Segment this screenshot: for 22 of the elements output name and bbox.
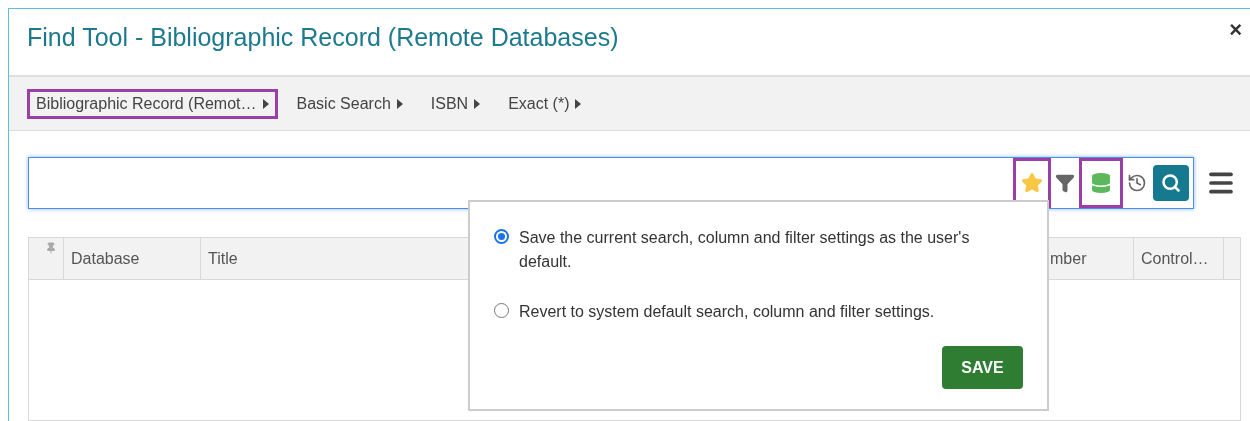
breadcrumb-item[interactable]: ISBN	[421, 88, 490, 119]
close-button[interactable]: ×	[1229, 19, 1242, 41]
option-label: Revert to system default search, column and filter settings.	[519, 302, 936, 322]
database-button[interactable]	[1079, 158, 1124, 208]
window-title: Find Tool - Bibliographic Record (Remote Databases)	[27, 22, 619, 53]
breadcrumb-item[interactable]: Bibliographic Record (Remot…	[27, 88, 278, 119]
save-button[interactable]: SAVE	[942, 346, 1023, 389]
caret-icon	[575, 98, 582, 109]
caret-icon	[396, 98, 403, 109]
column-header[interactable]: Control…	[1134, 238, 1224, 279]
filter-icon	[1055, 173, 1076, 193]
search-button[interactable]	[1153, 165, 1190, 201]
breadcrumb-item[interactable]: Exact (*)	[499, 88, 591, 119]
radio-button[interactable]	[494, 229, 509, 244]
option-label: Save the current search, column and filter settings as the user's default.	[519, 228, 971, 272]
breadcrumb-item[interactable]: Basic Search	[287, 88, 412, 119]
caret-icon	[474, 98, 481, 109]
column-header[interactable]: Database	[64, 238, 201, 279]
history-icon	[1127, 173, 1148, 193]
caret-icon	[262, 98, 269, 109]
search-icon	[1161, 173, 1182, 193]
star-icon	[1021, 172, 1044, 194]
